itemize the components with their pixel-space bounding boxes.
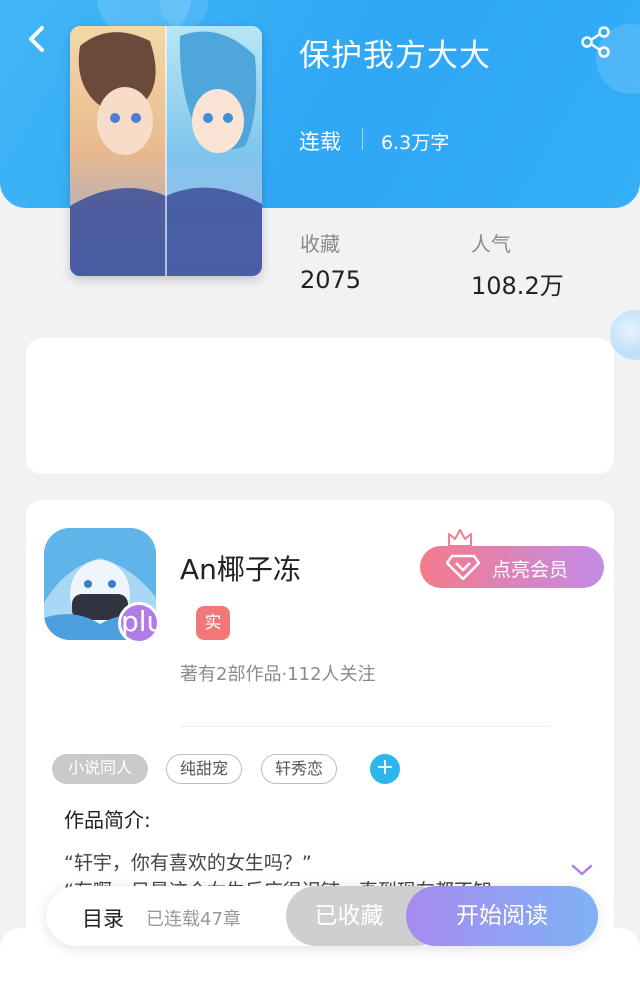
- book-cover[interactable]: [70, 26, 262, 276]
- back-icon[interactable]: [22, 24, 52, 54]
- author-name[interactable]: An椰子冻: [180, 548, 301, 588]
- start-reading-button[interactable]: 开始阅读: [406, 886, 598, 946]
- intro-text-line: “轩宇，你有喜欢的女生吗？”: [64, 852, 312, 874]
- chevron-down-icon[interactable]: [570, 862, 594, 878]
- floating-badge[interactable]: [610, 310, 640, 360]
- author-meta: 著有2部作品·112人关注: [180, 664, 376, 685]
- serial-status: 连载: [299, 130, 341, 154]
- favorites-value: 2075: [300, 266, 362, 294]
- popularity-value: 108.2万: [471, 272, 564, 300]
- vip-button[interactable]: 点亮会员: [420, 546, 604, 588]
- separator: [180, 726, 550, 727]
- share-icon[interactable]: [580, 26, 612, 58]
- tag-item[interactable]: 纯甜宠: [166, 754, 242, 784]
- empty-card: [26, 338, 614, 474]
- verified-badge: 实: [196, 606, 230, 640]
- tag-item[interactable]: 轩秀恋: [261, 754, 337, 784]
- divider: [362, 128, 363, 150]
- cover-illustration: [70, 26, 262, 276]
- word-count: 6.3万字: [381, 132, 450, 154]
- tag-item[interactable]: 小说同人: [52, 754, 148, 784]
- book-title: 保护我方大大: [299, 38, 491, 74]
- diamond-icon: [446, 554, 480, 580]
- vip-label: 点亮会员: [492, 559, 569, 581]
- chapter-count: 已连载47章: [146, 909, 241, 930]
- favorites-label: 收藏: [300, 232, 340, 256]
- intro-heading: 作品简介:: [64, 808, 151, 832]
- follow-author-button[interactable]: plus: [118, 602, 179, 644]
- toc-button[interactable]: 目录: [82, 903, 124, 933]
- popularity-label: 人气: [471, 232, 511, 256]
- add-tag-button[interactable]: +: [370, 754, 400, 784]
